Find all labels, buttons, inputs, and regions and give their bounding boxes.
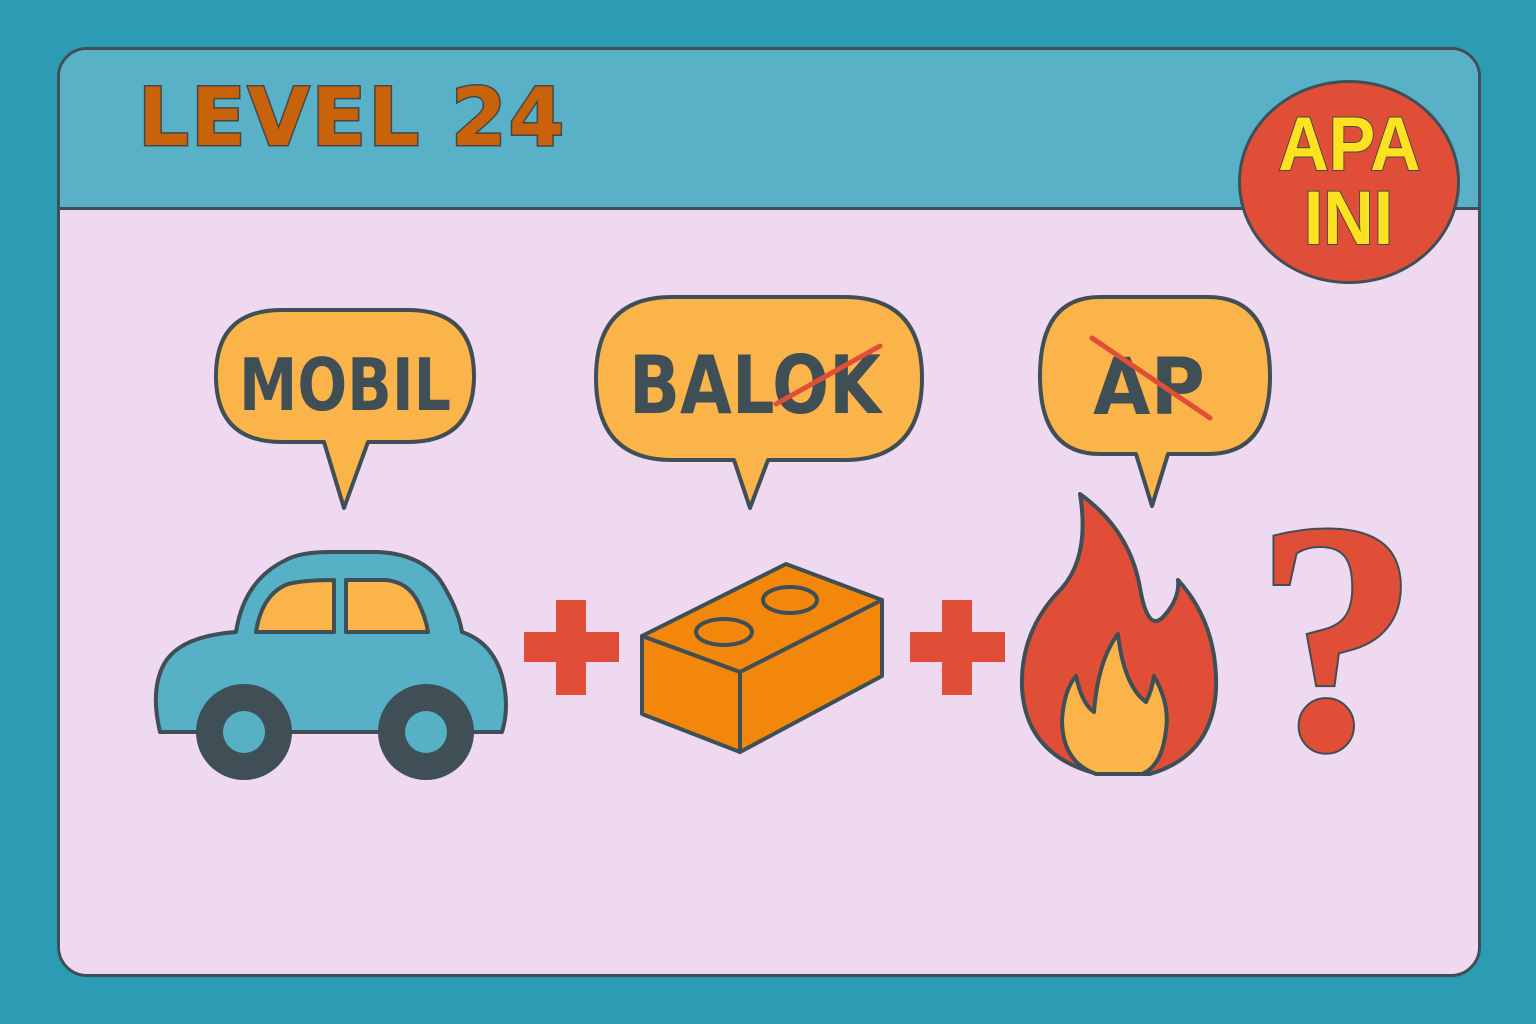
apa-ini-badge: APA INI xyxy=(1238,80,1460,284)
speech-bubble-mobil: MOBIL xyxy=(214,308,476,510)
speech-bubble-balok: BALOK xyxy=(594,295,924,510)
clue-word-balok: BALOK xyxy=(629,339,884,432)
fire-icon xyxy=(1019,492,1219,776)
plus-sign xyxy=(524,600,619,695)
plus-sign xyxy=(910,600,1005,695)
clue-word-mobil: MOBIL xyxy=(239,343,451,427)
speech-bubble-ap: AP xyxy=(1038,295,1272,508)
car-icon xyxy=(153,550,508,780)
game-screen: LEVEL 24 MOBIL BALOK AP ? APA INI xyxy=(0,0,1536,1024)
clue-word-ap: AP xyxy=(1093,343,1205,433)
question-mark-icon: ? xyxy=(1253,453,1422,822)
badge-line-1: APA xyxy=(1277,101,1421,187)
badge-line-2: INI xyxy=(1303,176,1394,261)
brick-icon xyxy=(640,562,884,754)
answer-symbol: ? xyxy=(1255,455,1420,820)
